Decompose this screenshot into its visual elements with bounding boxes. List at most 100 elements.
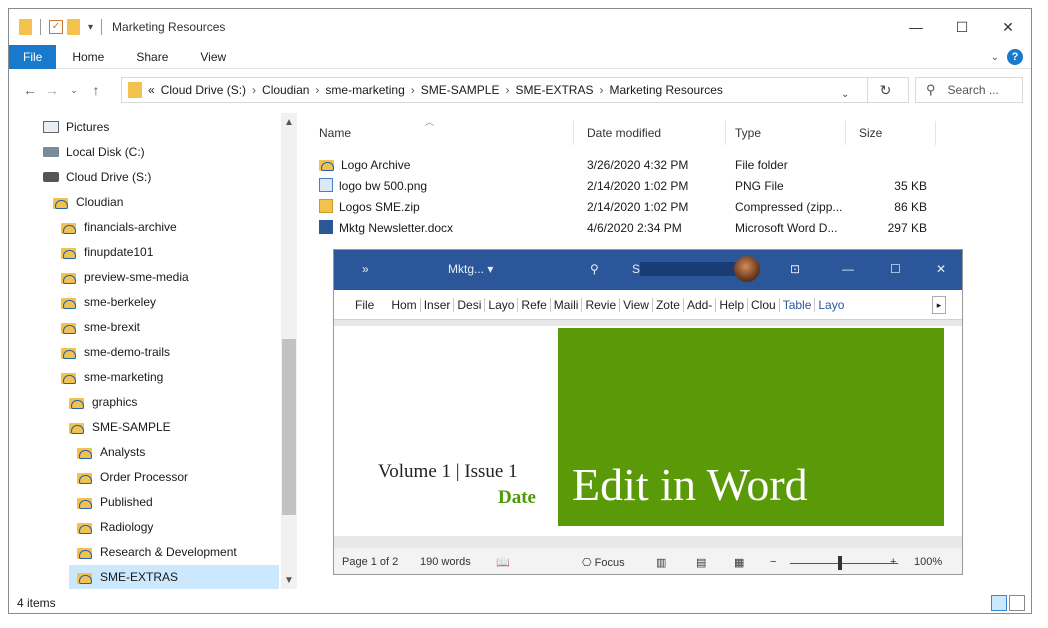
nav-item-financials-archive[interactable]: financials-archive [61, 215, 177, 239]
recent-locations-icon[interactable]: ⌄ [63, 85, 85, 96]
nav-item-pictures[interactable]: Pictures [43, 115, 109, 139]
word-tab-zotero[interactable]: Zote [653, 297, 684, 312]
word-tab-mailings[interactable]: Maili [551, 297, 583, 312]
word-doc-title[interactable]: Mktg... ▾ [448, 262, 493, 276]
large-icons-view-icon[interactable] [1009, 595, 1025, 611]
word-tab-table[interactable]: Table [780, 297, 816, 312]
close-button[interactable]: ✕ [936, 262, 946, 276]
back-button[interactable]: ← [19, 82, 41, 98]
maximize-button[interactable]: ☐ [890, 262, 901, 276]
word-count[interactable]: 190 words [420, 556, 471, 568]
proofing-icon[interactable]: 📖 [496, 556, 510, 569]
details-view-icon[interactable] [991, 595, 1007, 611]
column-header-name[interactable]: Name [319, 121, 351, 145]
search-icon[interactable]: ⚲ [590, 262, 599, 276]
scroll-up-arrow-icon[interactable]: ▲ [281, 115, 297, 131]
word-tab-file[interactable]: File [352, 298, 388, 312]
help-icon[interactable]: ? [1007, 49, 1023, 65]
more-tabs-icon[interactable]: ▸ [932, 296, 946, 314]
scroll-down-arrow-icon[interactable]: ▼ [281, 573, 297, 589]
word-tab-add-ins[interactable]: Add- [684, 297, 717, 312]
read-mode-icon[interactable]: ▥ [656, 556, 666, 569]
chevron-right-icon[interactable]: › [599, 83, 603, 97]
nav-item-radiology[interactable]: Radiology [77, 515, 153, 539]
forward-button[interactable]: → [41, 82, 63, 98]
word-tab-help[interactable]: Help [716, 297, 748, 312]
new-folder-icon[interactable] [67, 19, 80, 35]
tab-home[interactable]: Home [56, 45, 120, 69]
word-tab-review[interactable]: Revie [582, 297, 621, 312]
nav-item-sme-demo-trails[interactable]: sme-demo-trails [61, 340, 170, 364]
address-bar[interactable]: « Cloud Drive (S:) › Cloudian › sme-market… [121, 77, 909, 103]
maximize-button[interactable]: ☐ [939, 9, 985, 45]
nav-item-sme-marketing[interactable]: sme-marketing [61, 365, 163, 389]
word-tab-home[interactable]: Hom [388, 297, 421, 312]
refresh-button[interactable]: ↻ [867, 77, 903, 103]
word-tab-table-layout[interactable]: Layo [815, 298, 847, 312]
close-button[interactable]: ✕ [985, 9, 1031, 45]
word-tab-insert[interactable]: Inser [421, 297, 455, 312]
breadcrumb-item[interactable]: Cloudian [262, 83, 309, 97]
tab-view[interactable]: View [184, 45, 242, 69]
search-box[interactable]: ⚲ Search ... [915, 77, 1023, 103]
word-tab-cloud[interactable]: Clou [748, 297, 780, 312]
chevron-right-icon[interactable]: › [252, 83, 256, 97]
column-header-date[interactable]: Date modified [587, 121, 661, 145]
breadcrumb-item[interactable]: SME-SAMPLE [421, 83, 500, 97]
nav-item-analysts[interactable]: Analysts [77, 440, 145, 464]
chevron-right-icon[interactable]: › [411, 83, 415, 97]
column-divider[interactable] [935, 121, 936, 145]
nav-item-sme-extras[interactable]: SME-EXTRAS [69, 565, 279, 589]
web-layout-icon[interactable]: ▦ [734, 556, 744, 569]
column-divider[interactable] [845, 121, 846, 145]
nav-item-finupdate101[interactable]: finupdate101 [61, 240, 153, 264]
minimize-button[interactable]: — [893, 9, 939, 45]
breadcrumb-item[interactable]: sme-marketing [325, 83, 404, 97]
nav-item-sme-brexit[interactable]: sme-brexit [61, 315, 140, 339]
zoom-level[interactable]: 100% [914, 556, 942, 568]
column-header-type[interactable]: Type [735, 121, 761, 145]
word-tab-view[interactable]: View [620, 297, 653, 312]
chevron-right-icon[interactable]: › [505, 83, 509, 97]
file-row[interactable]: logo bw 500.png 2/14/2020 1:02 PM PNG Fi… [305, 176, 945, 197]
file-row[interactable]: Logos SME.zip 2/14/2020 1:02 PM Compress… [305, 197, 945, 218]
expand-icon[interactable]: » [362, 262, 369, 276]
expand-ribbon-icon[interactable]: ⌄ [991, 52, 999, 63]
zoom-out-icon[interactable]: − [770, 556, 776, 568]
nav-item-order-processor[interactable]: Order Processor [77, 465, 188, 489]
scrollbar-thumb[interactable] [282, 339, 296, 515]
nav-item-graphics[interactable]: graphics [69, 390, 137, 414]
minimize-button[interactable]: — [842, 262, 854, 276]
nav-item-research-development[interactable]: Research & Development [77, 540, 237, 564]
nav-item-sme-sample[interactable]: SME-SAMPLE [69, 415, 171, 439]
tab-file[interactable]: File [9, 44, 57, 69]
address-dropdown-icon[interactable]: ⌄ [841, 89, 849, 100]
ribbon-display-icon[interactable]: ⊡ [790, 262, 800, 276]
file-row[interactable]: Mktg Newsletter.docx 4/6/2020 2:34 PM Mi… [305, 218, 945, 239]
zoom-slider[interactable] [790, 563, 898, 564]
breadcrumb-overflow[interactable]: « [148, 83, 155, 97]
file-row[interactable]: Logo Archive 3/26/2020 4:32 PM File fold… [305, 155, 945, 176]
breadcrumb-item[interactable]: Cloud Drive (S:) [161, 83, 246, 97]
nav-item-local-disk[interactable]: Local Disk (C:) [43, 140, 145, 164]
nav-item-preview-sme-media[interactable]: preview-sme-media [61, 265, 189, 289]
zoom-slider-thumb[interactable] [838, 556, 842, 570]
tab-share[interactable]: Share [120, 45, 184, 69]
customize-toolbar-icon[interactable]: ▾ [88, 22, 93, 33]
column-divider[interactable] [725, 121, 726, 145]
column-header-size[interactable]: Size [859, 121, 882, 145]
chevron-right-icon[interactable]: › [315, 83, 319, 97]
nav-item-sme-berkeley[interactable]: sme-berkeley [61, 290, 156, 314]
focus-button[interactable]: ⎔ Focus [582, 556, 625, 569]
nav-item-published[interactable]: Published [77, 490, 153, 514]
word-tab-layout[interactable]: Layo [485, 297, 519, 312]
print-layout-icon[interactable]: ▤ [696, 556, 706, 569]
zoom-in-icon[interactable]: + [890, 556, 896, 568]
nav-item-cloud-drive[interactable]: Cloud Drive (S:) [43, 165, 151, 189]
breadcrumb-item[interactable]: SME-EXTRAS [515, 83, 593, 97]
page-count[interactable]: Page 1 of 2 [342, 556, 398, 568]
up-button[interactable]: ↑ [85, 82, 107, 98]
properties-icon[interactable]: ✓ [49, 20, 63, 34]
column-divider[interactable] [573, 121, 574, 145]
breadcrumb-item[interactable]: Marketing Resources [609, 83, 722, 97]
